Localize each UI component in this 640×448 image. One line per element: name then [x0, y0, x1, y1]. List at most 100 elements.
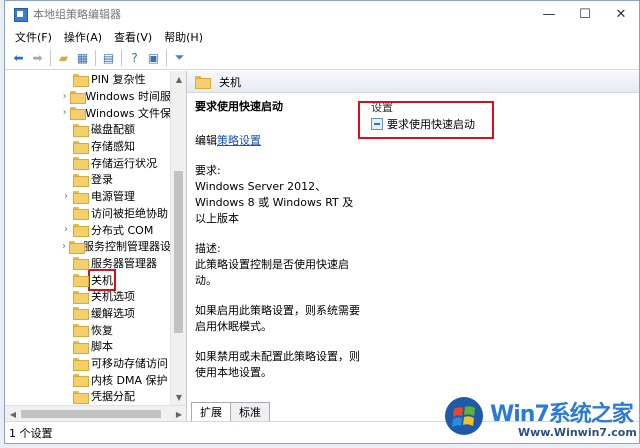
tree-item-label: 关机选项	[91, 290, 135, 304]
minimize-button[interactable]: —	[531, 1, 567, 27]
tree-item[interactable]: 磁盘配额	[5, 121, 171, 138]
tab-standard[interactable]: 标准	[230, 402, 270, 421]
folder-icon	[73, 307, 89, 321]
tree-item-label: 恢复	[91, 323, 113, 337]
tree-item[interactable]: 可移动存储访问	[5, 355, 171, 372]
tree-item-label: 凭据分配	[91, 390, 135, 404]
help-icon[interactable]: ?	[126, 49, 143, 66]
tree-item[interactable]: 恢复	[5, 321, 171, 338]
folder-icon	[70, 107, 87, 121]
enabled-text: 如果启用此策略设置，则系统需要启用休眠模式。	[195, 304, 360, 333]
tree-item-label: 分布式 COM	[91, 223, 154, 237]
toolbar: ⬅ ➡ ▰ ▦ ▤ ? ▣ ⏷	[5, 46, 639, 70]
folder-icon	[73, 173, 89, 187]
tree-item-label: 访问被拒绝协助	[91, 206, 168, 220]
edit-prefix: 编辑	[195, 134, 217, 147]
tree-item-label: 服务控制管理器设	[83, 240, 171, 254]
scroll-up-icon[interactable]: ▲	[171, 71, 186, 87]
chevron-right-icon[interactable]: ›	[59, 91, 70, 102]
folder-icon	[73, 73, 89, 87]
up-folder-icon[interactable]: ▰	[55, 49, 72, 66]
watermark-brand: Win7系统之家	[490, 402, 634, 427]
title-bar: 本地组策略编辑器 — ☐ ✕	[5, 1, 639, 27]
tree-item[interactable]: 关机	[5, 268, 171, 291]
folder-icon	[195, 76, 211, 89]
scroll-left-icon[interactable]: ◀	[5, 406, 21, 421]
folder-icon	[73, 157, 89, 171]
tree-item[interactable]: 存储感知	[5, 138, 171, 155]
tree-item[interactable]: 登录	[5, 171, 171, 188]
scroll-right-icon[interactable]: ▶	[171, 406, 186, 421]
tree-item[interactable]: › Windows 时间服	[5, 88, 171, 105]
forward-arrow-icon[interactable]: ➡	[29, 49, 46, 66]
tree-item[interactable]: › 电源管理	[5, 188, 171, 205]
folder-icon	[73, 224, 89, 238]
tree-hscroll-thumb[interactable]	[21, 410, 161, 418]
description-panel: 要求使用快速启动 编辑策略设置 要求: Windows Server 2012、…	[195, 99, 363, 395]
main-area: PIN 复杂性 › Windows 时间服 › Windows 文件保 磁盘配额 存储感知存…	[5, 71, 639, 421]
chevron-right-icon[interactable]: ›	[59, 224, 73, 235]
toolbar-divider	[95, 49, 96, 66]
tree-item[interactable]: 缓解选项	[5, 305, 171, 322]
folder-icon	[73, 123, 89, 137]
tree-item[interactable]: › Windows 文件保	[5, 104, 171, 121]
disabled-text: 如果禁用或未配置此策略设置，则使用本地设置。	[195, 350, 360, 379]
menu-bar: 文件(F) 操作(A) 查看(V) 帮助(H)	[5, 27, 639, 46]
description-block: 描述: 此策略设置控制是否使用快速启动。	[195, 241, 363, 289]
folder-icon	[73, 290, 89, 304]
view-tabs: 扩展 标准	[187, 401, 270, 421]
tree-item[interactable]: 服务器管理器	[5, 255, 171, 272]
tree-item[interactable]: 脚本	[5, 338, 171, 355]
tree-item-label: 关机	[88, 268, 116, 291]
requirements-block: 要求: Windows Server 2012、Windows 8 或 Wind…	[195, 163, 363, 227]
tree-item[interactable]: › 分布式 COM	[5, 221, 171, 238]
tree-item[interactable]: PIN 复杂性	[5, 71, 171, 88]
right-pane: 关机 要求使用快速启动 编辑策略设置 要求: Windows Server 20…	[187, 71, 639, 421]
tree-item[interactable]: 存储运行状况	[5, 154, 171, 171]
tree-item-label: Windows 文件保	[85, 106, 171, 120]
tree-item[interactable]: 凭据分配	[5, 388, 171, 405]
folder-icon	[69, 240, 85, 254]
chevron-right-icon[interactable]: ›	[59, 107, 70, 118]
policy-title: 要求使用快速启动	[195, 100, 283, 113]
menu-view[interactable]: 查看(V)	[108, 29, 158, 45]
maximize-button[interactable]: ☐	[567, 1, 603, 27]
edit-policy-link[interactable]: 策略设置	[217, 134, 261, 147]
description-text: 此策略设置控制是否使用快速启动。	[195, 258, 349, 287]
tree-item-label: 内核 DMA 保护	[91, 373, 168, 387]
tree-item[interactable]: 关机选项	[5, 288, 171, 305]
folder-icon	[73, 207, 89, 221]
folder-icon	[73, 390, 89, 404]
export-list-icon[interactable]: ▤	[100, 49, 117, 66]
tab-extended[interactable]: 扩展	[191, 402, 231, 421]
tree-item[interactable]: › 服务控制管理器设	[5, 238, 171, 255]
folder-icon	[73, 340, 89, 354]
requirements-label: 要求:	[195, 164, 221, 177]
tree-item-label: 服务器管理器	[91, 256, 157, 270]
show-tree-icon[interactable]: ▦	[74, 49, 91, 66]
requirements-text: Windows Server 2012、Windows 8 或 Windows …	[195, 180, 354, 225]
tree-horizontal-scrollbar[interactable]: ◀ ▶	[5, 405, 186, 421]
toolbar-divider	[50, 49, 51, 66]
category-header: 关机	[187, 71, 639, 93]
tree-vertical-scrollbar[interactable]: ▲ ▼	[170, 71, 186, 405]
tree-item-label: 电源管理	[91, 190, 135, 204]
tree-item-label: 存储运行状况	[91, 156, 157, 170]
close-button[interactable]: ✕	[603, 1, 639, 27]
status-text: 1 个设置	[9, 426, 53, 440]
menu-help[interactable]: 帮助(H)	[158, 29, 209, 45]
tree-item-label: Windows 时间服	[85, 90, 171, 104]
chevron-right-icon[interactable]: ›	[59, 241, 69, 252]
tree-list: PIN 复杂性 › Windows 时间服 › Windows 文件保 磁盘配额 存储感知存…	[5, 71, 171, 405]
scroll-down-icon[interactable]: ▼	[171, 389, 186, 405]
menu-file[interactable]: 文件(F)	[9, 29, 58, 45]
tree-item[interactable]: 访问被拒绝协助	[5, 205, 171, 222]
filter-icon[interactable]: ⏷	[171, 49, 188, 66]
properties-icon[interactable]: ▣	[145, 49, 162, 66]
back-arrow-icon[interactable]: ⬅	[10, 49, 27, 66]
chevron-right-icon[interactable]: ›	[59, 191, 73, 202]
tree-scroll-thumb[interactable]	[174, 171, 183, 333]
tree-item[interactable]: 内核 DMA 保护	[5, 371, 171, 388]
folder-icon	[70, 90, 87, 104]
menu-action[interactable]: 操作(A)	[58, 29, 108, 45]
